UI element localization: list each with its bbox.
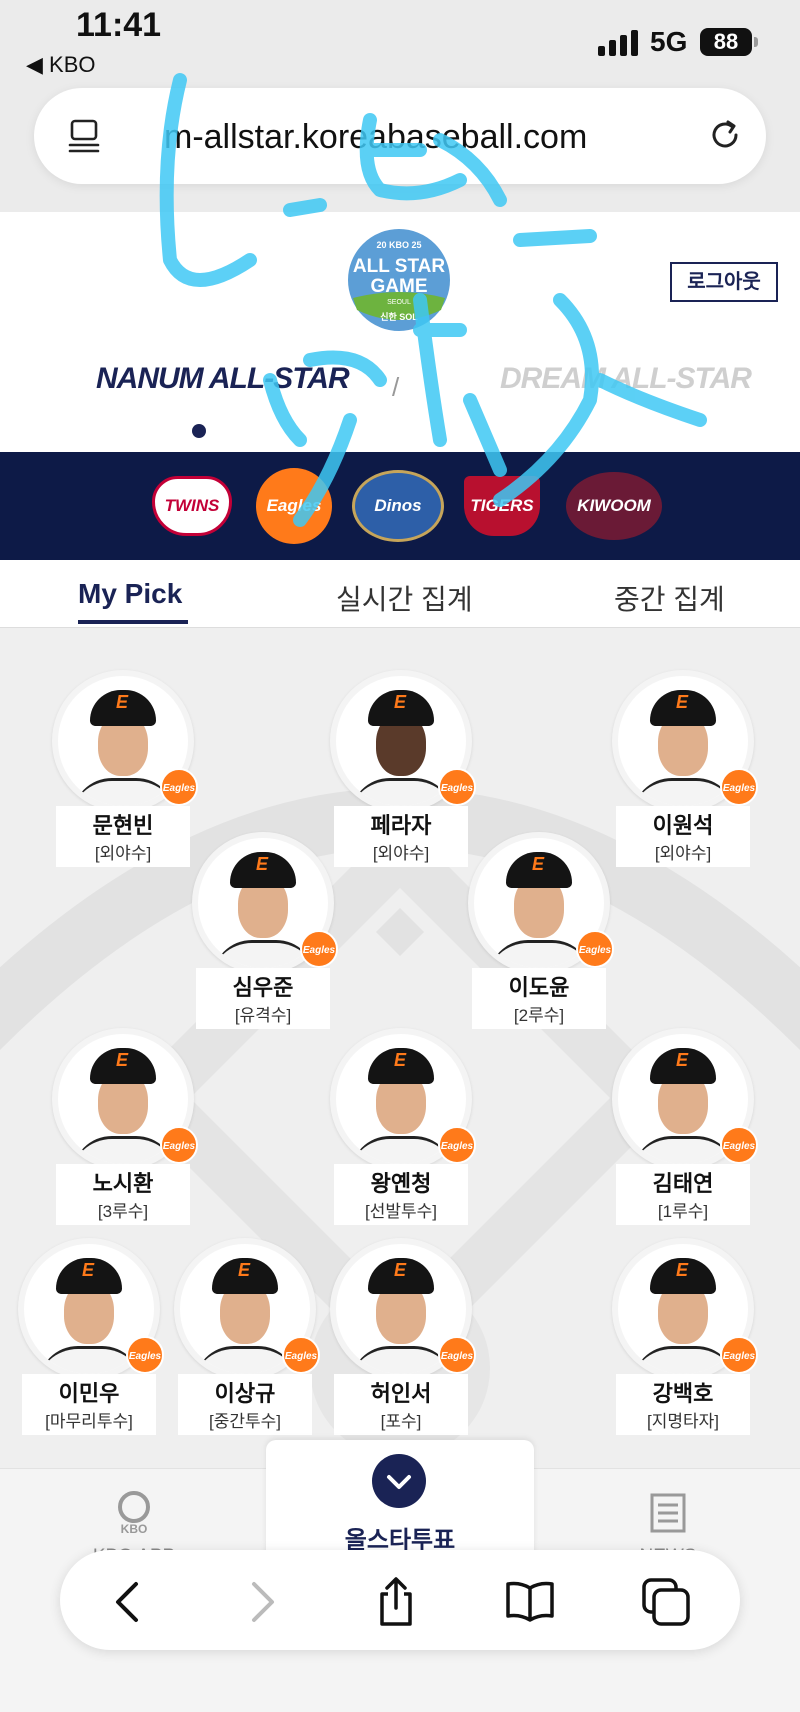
kbo-logo-icon: KBO [118,1491,150,1536]
eagles-badge-icon: Eagles [576,930,614,968]
svg-text:KBO: KBO [121,1522,148,1535]
back-to-app-link[interactable]: ◀ KBO [26,52,96,78]
chevron-down-icon[interactable] [372,1454,426,1508]
player-position: [2루수] [472,998,606,1029]
team-kiwoom-logo[interactable]: KIWOOM [566,472,662,540]
allstar-game-logo[interactable]: 20 KBO 25 ALL STAR GAME SEOUL 신한 SOL [345,226,453,334]
battery-cap [754,37,758,47]
player-position: [중간투수] [178,1404,312,1435]
team-logos-band: TWINS Eagles Dinos TIGERS KIWOOM [0,452,800,560]
active-tab-underline [78,620,188,624]
team-eagles-logo[interactable]: Eagles [256,468,332,544]
logo-seoul: SEOUL [387,299,411,306]
browser-address-area: m-allstar.koreabaseball.com [0,80,800,212]
url-text[interactable]: m-allstar.koreabaseball.com [164,118,587,157]
player-position: [마무리투수] [22,1404,156,1435]
battery-icon: 88 [700,28,752,56]
logo-year: 20 KBO 25 [376,240,421,250]
tabs-icon[interactable] [640,1576,692,1628]
newspaper-icon [650,1493,686,1533]
player-position: [3루수] [56,1194,190,1225]
player-position: [외야수] [334,836,468,867]
status-bar: 11:41 ◀ KBO 5G 88 [0,0,800,80]
eagles-badge-icon: Eagles [438,1336,476,1374]
signal-icon [598,30,640,56]
eagles-badge-icon: Eagles [126,1336,164,1374]
forward-arrow-icon[interactable] [234,1576,286,1628]
network-type: 5G [650,26,688,57]
logo-game: GAME [371,276,428,297]
logo-sponsor: 신한 SOL [380,311,418,322]
eagles-badge-icon: Eagles [720,768,758,806]
eagles-badge-icon: Eagles [160,1126,198,1164]
baseball-field: E Eagles 문현빈 [외야수] E Eagles 페라자 [외야수] E … [0,628,800,1468]
eagles-badge-icon: Eagles [720,1126,758,1164]
eagles-badge-icon: Eagles [160,768,198,806]
eagles-badge-icon: Eagles [438,768,476,806]
bookmarks-icon[interactable] [504,1576,556,1628]
tab-live-count[interactable]: 실시간 집계 [336,578,473,618]
tab-interim-count[interactable]: 중간 집계 [614,578,725,618]
browser-toolbar [60,1550,740,1650]
tab-my-pick[interactable]: My Pick [78,578,182,610]
logo-allstar: ALL STAR [353,256,445,277]
player-position: [선발투수] [334,1194,468,1225]
player-position: [포수] [334,1404,468,1435]
eagles-badge-icon: Eagles [720,1336,758,1374]
league-separator: / [392,372,400,402]
vote-tabs: My Pick 실시간 집계 중간 집계 [0,560,800,628]
team-dinos-logo[interactable]: Dinos [352,470,444,542]
team-tigers-logo[interactable]: TIGERS [464,476,540,536]
eagles-badge-icon: Eagles [300,930,338,968]
nav-allstar-vote[interactable]: 올스타투표 [266,1440,534,1560]
logout-button[interactable]: 로그아웃 [670,262,778,302]
eagles-badge-icon: Eagles [438,1126,476,1164]
share-icon[interactable] [370,1576,422,1628]
team-twins-logo[interactable]: TWINS [152,476,232,536]
eagles-badge-icon: Eagles [282,1336,320,1374]
reload-icon[interactable] [706,116,744,154]
back-arrow-icon[interactable] [104,1576,156,1628]
nanum-allstar-tab[interactable]: NANUM ALL-STAR [96,362,350,396]
page-menu-icon[interactable] [68,118,102,154]
player-position: [외야수] [616,836,750,867]
player-position: [외야수] [56,836,190,867]
player-position: [지명타자] [616,1404,750,1435]
player-position: [유격수] [196,998,330,1029]
dream-allstar-tab[interactable]: DREAM ALL-STAR [500,362,752,396]
nanum-selected-indicator [192,424,206,438]
page-header: 20 KBO 25 ALL STAR GAME SEOUL 신한 SOL 로그아… [0,212,800,452]
status-time: 11:41 [76,6,162,44]
player-position: [1루수] [616,1194,750,1225]
address-bar[interactable]: m-allstar.koreabaseball.com [34,88,766,184]
